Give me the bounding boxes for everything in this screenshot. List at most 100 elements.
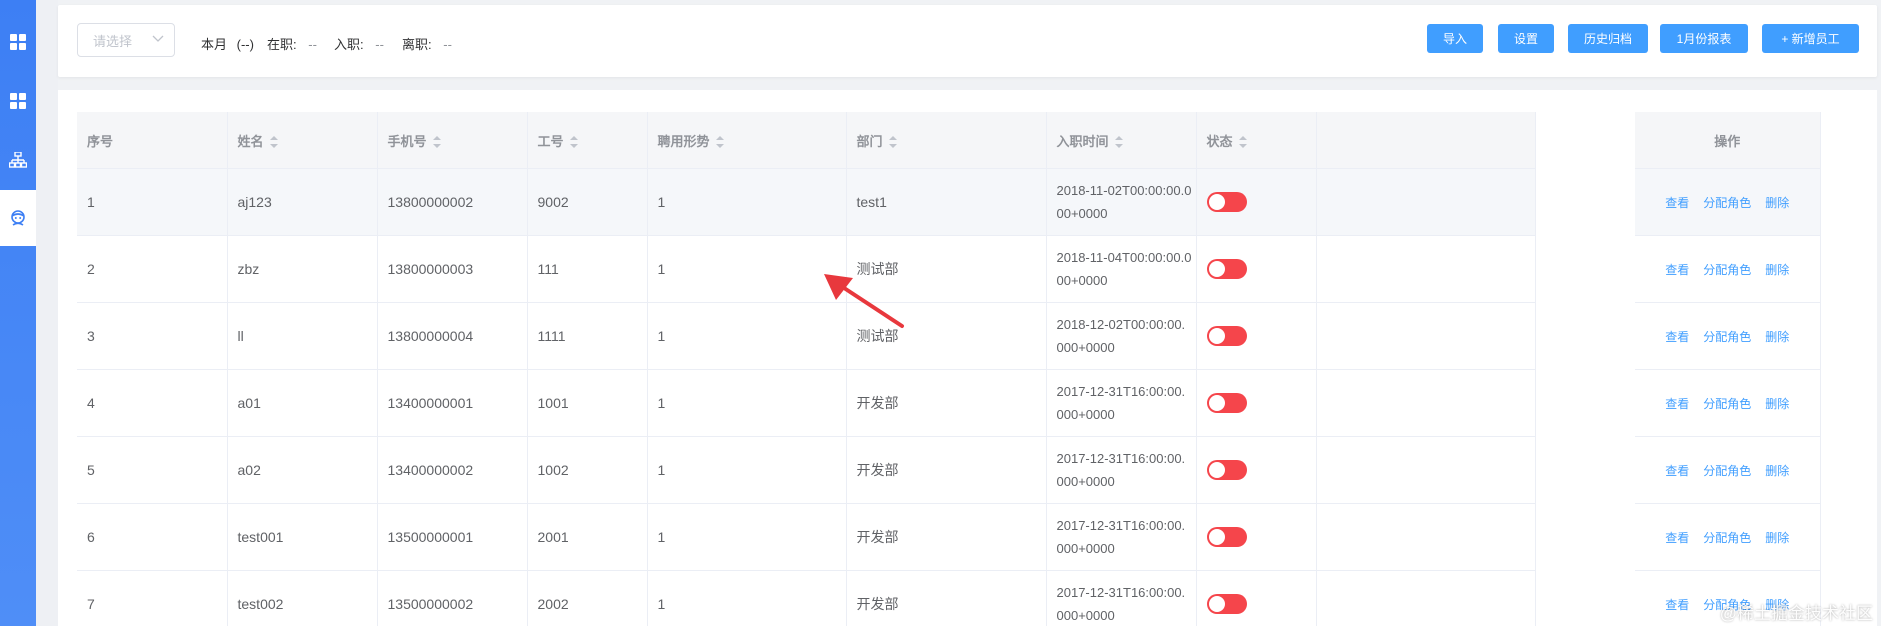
status-toggle[interactable] (1206, 259, 1247, 279)
header-work-no[interactable]: 工号 (527, 112, 648, 169)
table-header: 序号 姓名 手机号 工号 聘用形势 部门 入职时间 状态 操作 (77, 112, 1821, 169)
sort-icon[interactable] (432, 136, 441, 149)
delete-link[interactable]: 删除 (1765, 330, 1789, 344)
cell-phone: 13400000002 (377, 436, 528, 504)
toggle-knob (1208, 261, 1225, 277)
watermark: @稀土掘金技术社区 (1719, 604, 1873, 623)
monthly-report-button[interactable]: 1月份报表 (1660, 24, 1748, 53)
cell-work-no: 1001 (527, 369, 648, 437)
sort-icon[interactable] (1114, 136, 1123, 149)
sort-icon[interactable] (269, 136, 278, 149)
header-employment-type-label: 聘用形势 (657, 133, 710, 149)
delete-link[interactable]: 删除 (1765, 397, 1789, 411)
status-toggle[interactable] (1206, 594, 1247, 614)
header-phone[interactable]: 手机号 (377, 112, 528, 169)
delete-link[interactable]: 删除 (1765, 464, 1789, 478)
table-row[interactable]: 6 test001 13500000001 2001 1 开发部 2017-12-31T16… (77, 503, 1821, 571)
employee-icon (11, 210, 25, 226)
sort-icon[interactable] (569, 136, 578, 149)
cell-hire-time: 2018-11-02T00:00:00.000+0000 (1046, 168, 1197, 236)
delete-link[interactable]: 删除 (1765, 531, 1789, 545)
view-link[interactable]: 查看 (1665, 531, 1689, 545)
header-spacer (1316, 112, 1536, 169)
view-link[interactable]: 查看 (1665, 263, 1689, 277)
header-index: 序号 (77, 112, 228, 169)
assign-role-link[interactable]: 分配角色 (1703, 464, 1751, 478)
view-link[interactable]: 查看 (1665, 196, 1689, 210)
sidebar-item-apps[interactable] (0, 73, 36, 129)
status-toggle[interactable] (1206, 192, 1247, 212)
summary-joined: 入职: -- (334, 34, 384, 53)
header-gap (1535, 112, 1635, 169)
cell-hire-time: 2017-12-31T16:00:00.000+0000 (1046, 369, 1197, 437)
delete-link[interactable]: 删除 (1765, 263, 1789, 277)
sidebar-item-organization[interactable] (0, 132, 36, 188)
assign-role-link[interactable]: 分配角色 (1703, 397, 1751, 411)
sort-icon[interactable] (888, 136, 897, 149)
assign-role-link[interactable]: 分配角色 (1703, 531, 1751, 545)
view-link[interactable]: 查看 (1665, 397, 1689, 411)
cell-index: 3 (77, 302, 228, 370)
cell-actions: 查看 分配角色 删除 (1635, 369, 1821, 437)
import-button[interactable]: 导入 (1427, 24, 1483, 53)
assign-role-link[interactable]: 分配角色 (1703, 263, 1751, 277)
cell-name: aj123 (227, 168, 378, 236)
assign-role-link[interactable]: 分配角色 (1703, 196, 1751, 210)
cell-status (1196, 302, 1317, 370)
table-row[interactable]: 1 aj123 13800000002 9002 1 test1 2018-11-02T00… (77, 168, 1821, 236)
summary-joined-value: -- (375, 37, 384, 52)
toggle-knob (1208, 395, 1225, 411)
status-toggle[interactable] (1206, 393, 1247, 413)
summary-employed: 在职: -- (267, 34, 317, 53)
header-status-label: 状态 (1206, 133, 1233, 149)
status-toggle[interactable] (1206, 527, 1247, 547)
view-link[interactable]: 查看 (1665, 330, 1689, 344)
sidebar (0, 0, 36, 626)
cell-name: ll (227, 302, 378, 370)
cell-employment-type: 1 (647, 436, 847, 504)
cell-actions: 查看 分配角色 删除 (1635, 436, 1821, 504)
table-row[interactable]: 5 a02 13400000002 1002 1 开发部 2017-12-31T16:00:… (77, 436, 1821, 504)
history-archive-button[interactable]: 历史归档 (1568, 24, 1648, 53)
table-row[interactable]: 3 ll 13800000004 1111 1 测试部 2018-12-02T00:00:0… (77, 302, 1821, 370)
cell-gap (1535, 168, 1635, 236)
header-status[interactable]: 状态 (1196, 112, 1317, 169)
cell-hire-time: 2017-12-31T16:00:00.000+0000 (1046, 503, 1197, 571)
delete-link[interactable]: 删除 (1765, 196, 1789, 210)
cell-actions: 查看 分配角色 删除 (1635, 503, 1821, 571)
settings-button[interactable]: 设置 (1498, 24, 1554, 53)
cell-index: 7 (77, 570, 228, 626)
cell-work-no: 9002 (527, 168, 648, 236)
cell-phone: 13800000003 (377, 235, 528, 303)
cell-gap (1535, 570, 1635, 626)
sidebar-item-dashboard[interactable] (0, 14, 36, 70)
cell-phone: 13400000001 (377, 369, 528, 437)
sort-icon[interactable] (715, 136, 724, 149)
cell-status (1196, 503, 1317, 571)
view-link[interactable]: 查看 (1665, 598, 1689, 612)
add-employee-button[interactable]: + 新增员工 (1762, 24, 1859, 53)
assign-role-link[interactable]: 分配角色 (1703, 330, 1751, 344)
cell-status (1196, 168, 1317, 236)
view-link[interactable]: 查看 (1665, 464, 1689, 478)
header-actions: 操作 (1635, 112, 1821, 169)
table-row[interactable]: 4 a01 13400000001 1001 1 开发部 2017-12-31T16:00:… (77, 369, 1821, 437)
header-department[interactable]: 部门 (846, 112, 1047, 169)
sidebar-item-employees[interactable] (0, 190, 36, 246)
header-employment-type[interactable]: 聘用形势 (647, 112, 847, 169)
header-phone-label: 手机号 (387, 133, 427, 149)
table-row[interactable]: 2 zbz 13800000003 111 1 测试部 2018-11-04T00:00:0… (77, 235, 1821, 303)
sort-icon[interactable] (1238, 136, 1247, 149)
header-hire-time[interactable]: 入职时间 (1046, 112, 1197, 169)
cell-name: test002 (227, 570, 378, 626)
header-name[interactable]: 姓名 (227, 112, 378, 169)
table-row[interactable]: 7 test002 13500000002 2002 1 开发部 2017-12-31T16… (77, 570, 1821, 626)
cell-employment-type: 1 (647, 369, 847, 437)
cell-work-no: 111 (527, 235, 648, 303)
cell-index: 6 (77, 503, 228, 571)
cell-spacer (1316, 235, 1536, 303)
status-toggle[interactable] (1206, 460, 1247, 480)
toggle-knob (1208, 596, 1225, 612)
month-select[interactable]: 请选择 (77, 23, 175, 57)
status-toggle[interactable] (1206, 326, 1247, 346)
